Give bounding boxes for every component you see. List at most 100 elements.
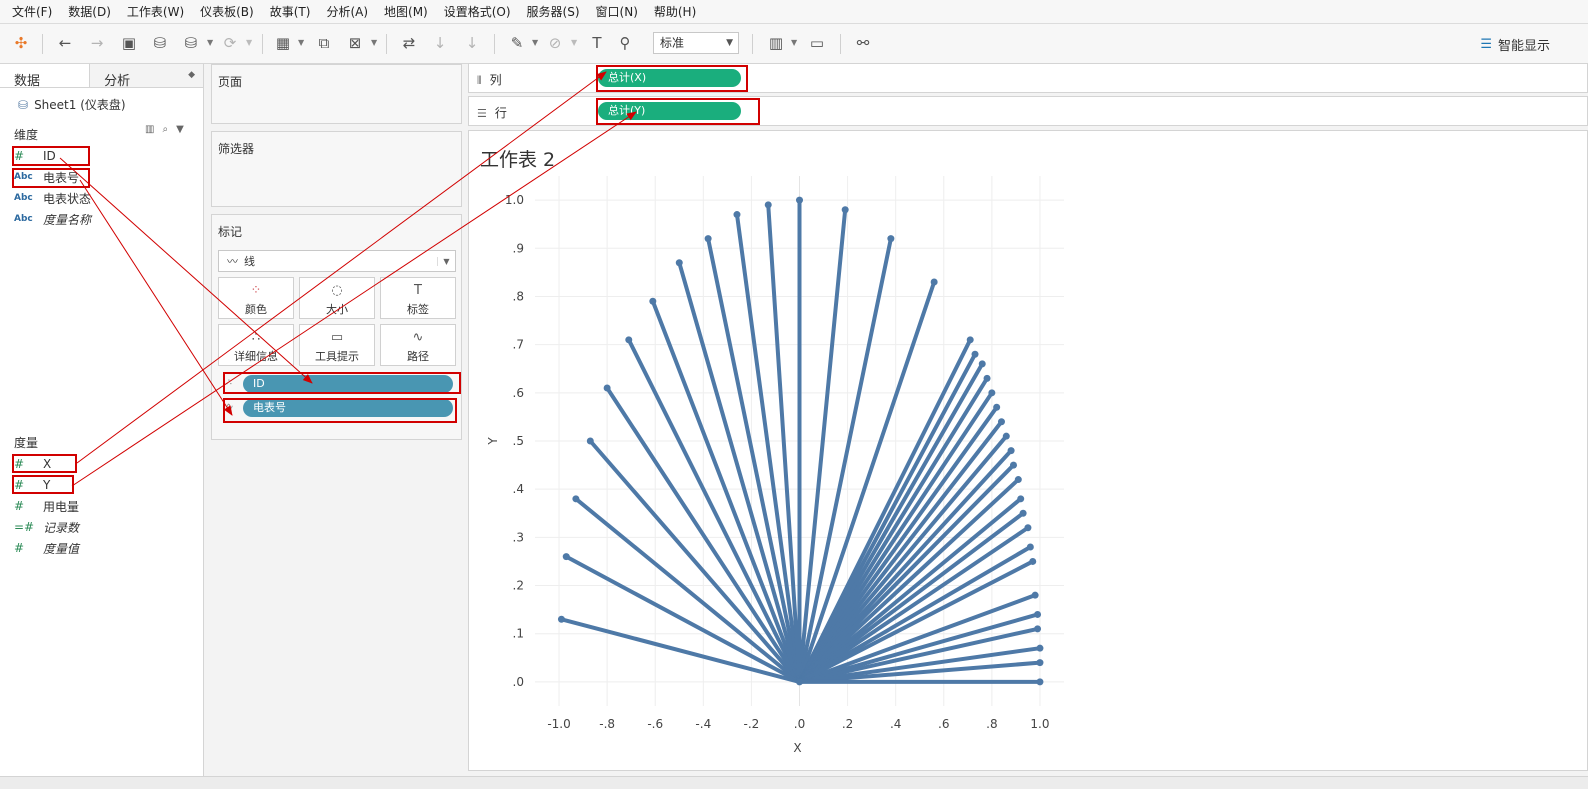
new-worksheet-caret-icon[interactable]: ▼	[298, 38, 304, 47]
data-point[interactable]	[841, 206, 849, 214]
chevron-updown-icon[interactable]: ◆	[180, 64, 203, 87]
save-icon[interactable]: ▣	[118, 32, 140, 54]
menu-item[interactable]: 地图(M)	[376, 3, 436, 20]
data-point[interactable]	[649, 297, 657, 305]
label-button[interactable]: T 标签	[380, 277, 456, 319]
pages-card[interactable]: 页面	[211, 64, 462, 124]
data-point[interactable]	[572, 495, 580, 503]
share-icon[interactable]: ⚯	[852, 32, 874, 54]
measure-field[interactable]: # 度量值	[14, 538, 79, 558]
dimension-field[interactable]: Abc 度量名称	[14, 209, 91, 229]
clear-sheet-icon[interactable]: ⊠	[344, 32, 366, 54]
swap-rows-columns-icon[interactable]: ⇄	[398, 32, 420, 54]
sort-descending-icon[interactable]: ↓	[461, 32, 483, 54]
menu-item[interactable]: 文件(F)	[4, 3, 60, 20]
data-point[interactable]	[704, 235, 712, 243]
refresh-caret-icon[interactable]: ▼	[246, 38, 252, 47]
menu-item[interactable]: 窗口(N)	[588, 3, 646, 20]
data-point[interactable]	[887, 235, 895, 243]
group-caret-icon[interactable]: ▼	[571, 38, 577, 47]
data-point[interactable]	[978, 360, 986, 368]
new-worksheet-icon[interactable]: ▦	[272, 32, 294, 54]
data-point[interactable]	[983, 374, 991, 382]
mark-type-select[interactable]: 〰 线 ▼	[218, 250, 456, 272]
undo-icon[interactable]: ←	[54, 32, 76, 54]
measure-field[interactable]: =# 记录数	[14, 517, 79, 537]
dimension-field[interactable]: Abc 电表状态	[14, 188, 91, 208]
menu-item[interactable]: 仪表板(B)	[192, 3, 262, 20]
data-point[interactable]	[796, 196, 803, 204]
data-point[interactable]	[1014, 476, 1022, 484]
color-button[interactable]: ⁘ 颜色	[218, 277, 294, 319]
filters-card[interactable]: 筛选器	[211, 131, 462, 207]
pause-updates-caret-icon[interactable]: ▼	[207, 38, 213, 47]
data-point[interactable]	[562, 553, 570, 561]
data-point[interactable]	[675, 259, 683, 267]
data-point[interactable]	[733, 211, 741, 219]
show-mark-labels-icon[interactable]: T	[586, 32, 608, 54]
data-point[interactable]	[1036, 644, 1044, 652]
show-cards-icon[interactable]: ▥	[765, 32, 787, 54]
chevron-down-icon[interactable]: ▼	[176, 124, 184, 135]
sort-ascending-icon[interactable]: ↓	[429, 32, 451, 54]
data-point[interactable]	[1010, 461, 1018, 469]
data-point[interactable]	[1034, 610, 1042, 618]
series-line[interactable]	[588, 439, 802, 684]
tooltip-button[interactable]: ▭ 工具提示	[299, 324, 375, 366]
data-point[interactable]	[930, 278, 938, 286]
data-point[interactable]	[1019, 509, 1027, 517]
tab-analytics[interactable]: 分析	[90, 64, 180, 89]
show-me-button[interactable]: ☰ 智能显示	[1480, 35, 1550, 54]
menu-item[interactable]: 服务器(S)	[519, 3, 588, 20]
measure-field[interactable]: # 用电量	[14, 496, 79, 516]
data-point[interactable]	[1017, 495, 1025, 503]
search-icon[interactable]: ⌕	[162, 124, 168, 135]
data-point[interactable]	[586, 437, 594, 445]
highlight-icon[interactable]: ✎	[506, 32, 528, 54]
series-line[interactable]	[734, 212, 802, 684]
menu-item[interactable]: 分析(A)	[318, 3, 376, 20]
menu-item[interactable]: 数据(D)	[60, 3, 119, 20]
path-button[interactable]: ∿ 路径	[380, 324, 456, 366]
data-point[interactable]	[1007, 447, 1015, 455]
clear-sheet-caret-icon[interactable]: ▼	[371, 38, 377, 47]
data-point[interactable]	[1036, 659, 1044, 667]
data-point[interactable]	[603, 384, 611, 392]
origin-point[interactable]	[796, 678, 803, 686]
data-point[interactable]	[966, 336, 974, 344]
data-point[interactable]	[1034, 625, 1042, 633]
duplicate-sheet-icon[interactable]: ⧉	[313, 32, 335, 54]
datasource-item[interactable]: ⛁ Sheet1 (仪表盘)	[18, 96, 126, 113]
view-toggle-icon[interactable]: ▥	[145, 124, 154, 135]
tab-data[interactable]: 数据	[0, 64, 91, 89]
series-line[interactable]	[797, 525, 1030, 684]
size-button[interactable]: ◌ 大小	[299, 277, 375, 319]
data-point[interactable]	[764, 201, 772, 209]
fit-select[interactable]: 标准 ▼	[653, 32, 739, 54]
data-point[interactable]	[625, 336, 633, 344]
data-point[interactable]	[1036, 678, 1044, 686]
presentation-mode-icon[interactable]: ▭	[806, 32, 828, 54]
columns-shelf[interactable]: ⫴ 列 总计(X)	[468, 63, 1588, 93]
series-line[interactable]	[564, 554, 802, 684]
group-members-icon[interactable]: ⊘	[544, 32, 566, 54]
data-point[interactable]	[1029, 557, 1037, 565]
detail-button[interactable]: ∴ 详细信息	[218, 324, 294, 366]
pause-updates-icon[interactable]: ⛁	[180, 32, 202, 54]
menu-item[interactable]: 帮助(H)	[646, 3, 704, 20]
data-point[interactable]	[971, 350, 979, 358]
data-point[interactable]	[1002, 432, 1010, 440]
data-point[interactable]	[997, 418, 1005, 426]
data-point[interactable]	[993, 403, 1001, 411]
redo-icon[interactable]: →	[86, 32, 108, 54]
data-point[interactable]	[557, 615, 565, 623]
rows-shelf[interactable]: ☰ 行 总计(Y)	[468, 96, 1588, 126]
data-point[interactable]	[1026, 543, 1034, 551]
data-point[interactable]	[1031, 591, 1039, 599]
new-datasource-icon[interactable]: ⛁	[149, 32, 171, 54]
series-line[interactable]	[677, 260, 802, 684]
data-point[interactable]	[1024, 524, 1032, 532]
refresh-icon[interactable]: ⟳	[219, 32, 241, 54]
show-cards-caret-icon[interactable]: ▼	[791, 38, 797, 47]
highlight-caret-icon[interactable]: ▼	[532, 38, 538, 47]
